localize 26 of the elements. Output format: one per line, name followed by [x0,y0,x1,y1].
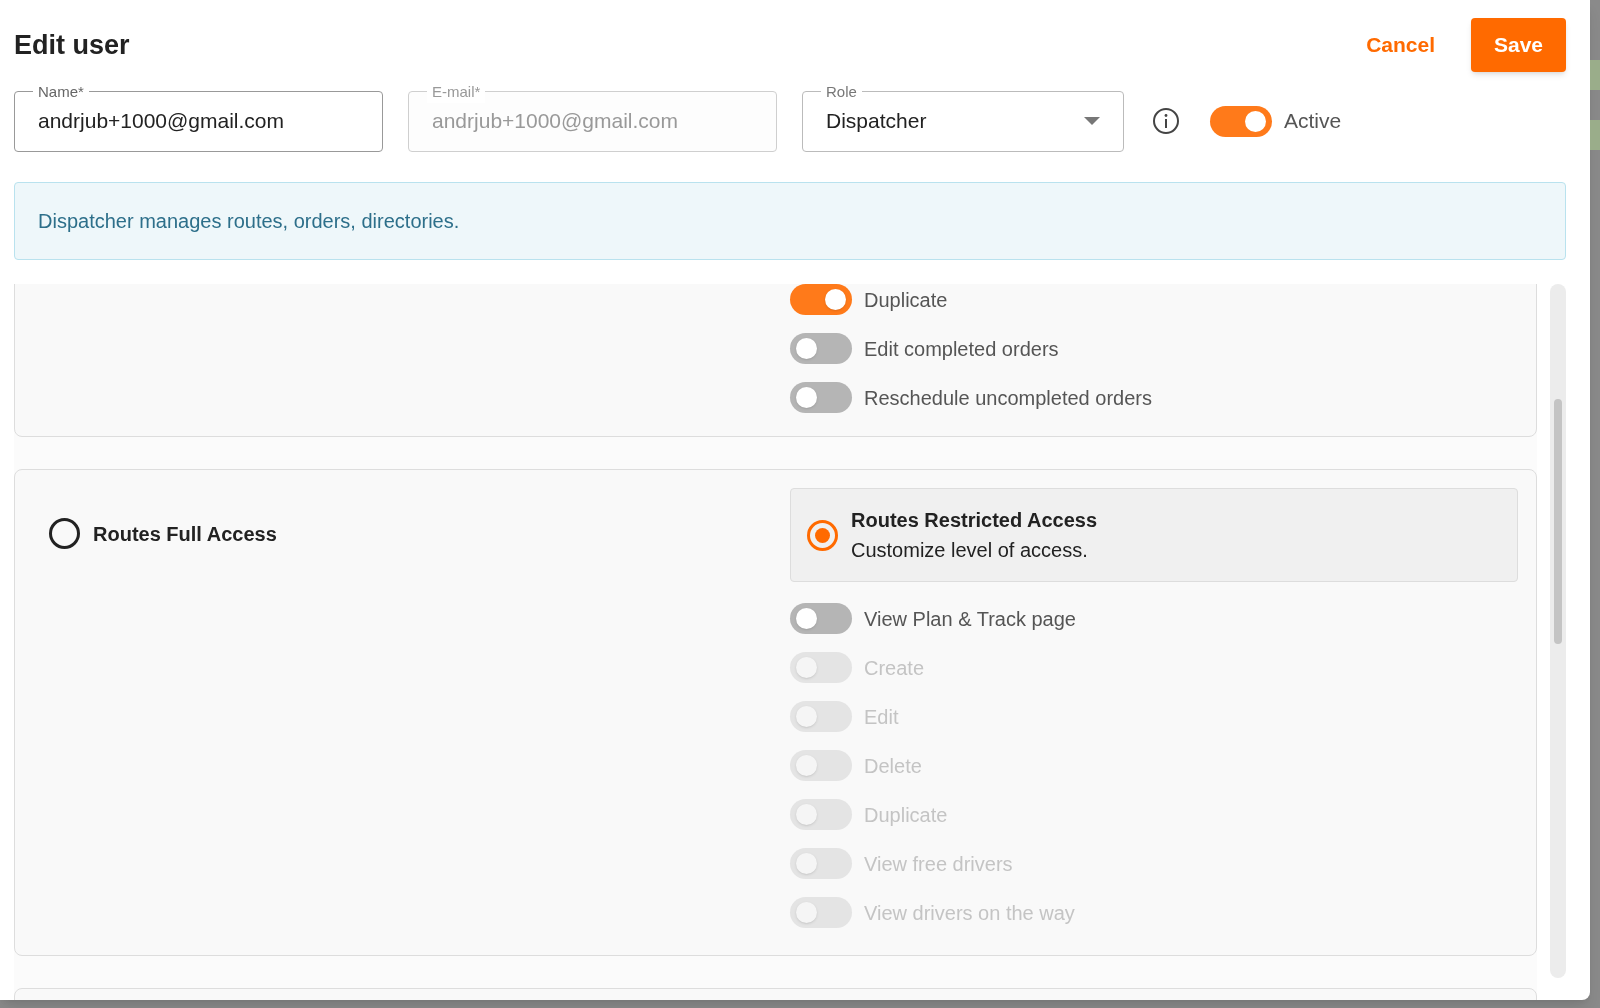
backdrop-row [1590,60,1600,90]
option-title: Routes Full Access [93,521,277,547]
radio-button[interactable] [49,518,80,549]
toggle-label: View Plan & Track page [864,606,1076,632]
dialog-title: Edit user [14,28,130,62]
toggle-switch[interactable] [790,603,852,634]
option-title: Routes Restricted Access [851,508,1098,533]
toggle-label: Reschedule uncompleted orders [864,385,1152,411]
toggle-switch[interactable] [790,333,852,364]
field-value: andrjub+1000@gmail.com [432,108,679,135]
info-text: Dispatcher manages routes, orders, directories. [38,209,460,234]
field-value: Dispatcher [826,108,927,135]
radio-button[interactable] [807,519,838,551]
field-value: andrjub+1000@gmail.com [38,108,285,135]
backdrop-row [1590,120,1600,150]
option-card[interactable]: Routes Restricted Access Customize level of access. [790,488,1518,582]
scrollbar-thumb[interactable] [1554,399,1562,644]
toggle-switch[interactable] [1210,105,1272,137]
option-subtitle: Customize level of access. [851,538,1089,563]
toggle-label: Active [1284,108,1342,135]
dropdown-caret-icon [1084,117,1100,125]
toggle-switch[interactable] [790,284,852,315]
toggle-label: Edit completed orders [864,336,1059,362]
toggle-label: Duplicate [864,287,948,313]
info-icon[interactable] [1152,107,1180,135]
toggle-switch[interactable] [790,382,852,413]
